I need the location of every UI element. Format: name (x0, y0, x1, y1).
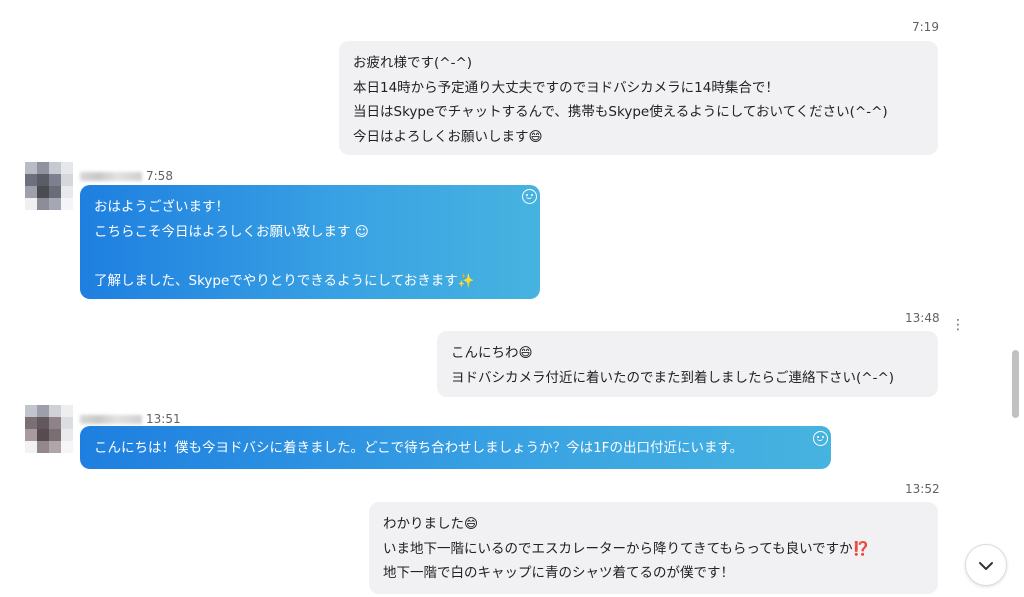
message-timestamp: 7:19 (912, 20, 939, 34)
message-line: ヨドバシカメラ付近に着いたのでまた到着しましたらご連絡下さい(^-^) (451, 369, 895, 386)
outgoing-message-bubble[interactable]: わかりました😄 いま地下一階にいるのでエスカレーターから降りてきてもらっても良い… (369, 502, 938, 594)
incoming-message-bubble[interactable]: こんにちは！僕も今ヨドバシに着きました。どこで待ち合わせしましょうか？今は1Fの… (80, 426, 831, 469)
message-line: 当日はSkypeでチャットするんで、携帯もSkype使えるようにしておいてくださ… (353, 104, 888, 120)
smiling-face-emoji-icon: ☺ (354, 223, 369, 240)
more-options-icon[interactable]: ⋮ (951, 316, 965, 334)
exclamation-question-emoji-icon: ⁉️ (852, 540, 870, 557)
sender-info: 7:58 (80, 169, 173, 183)
message-timestamp: 13:48 (905, 311, 940, 325)
message-line-with-emoji: こちらこそ今日はよろしくお願い致します ☺ (94, 220, 526, 245)
sparkles-emoji-icon: ✨ (457, 272, 475, 289)
message-line: お疲れ様です(^-^) (353, 55, 473, 71)
incoming-message-bubble[interactable]: おはようございます！ こちらこそ今日はよろしくお願い致します ☺ 了解しました、… (80, 185, 540, 299)
chat-conversation: 7:19 お疲れ様です(^-^) 本日14時から予定通り大丈夫ですのでヨドバシカ… (0, 0, 1024, 597)
avatar[interactable] (25, 162, 73, 210)
message-line: こんにちは！僕も今ヨドバシに着きました。どこで待ち合わせしましょうか？今は1Fの… (94, 440, 744, 456)
message-line-with-emoji: わかりました😄 (383, 512, 924, 537)
scroll-to-bottom-button[interactable] (965, 544, 1007, 586)
sender-info: 13:51 (80, 412, 181, 426)
grinning-emoji-icon: 😄 (464, 516, 479, 532)
message-line: 今日はよろしくお願いします (353, 128, 529, 145)
message-line-with-emoji: こんにちわ😄 (451, 341, 924, 366)
sender-name-blurred (80, 172, 142, 181)
message-timestamp: 13:51 (146, 412, 181, 426)
smiley-reaction-icon[interactable] (813, 431, 828, 446)
message-line: いま地下一階にいるのでエスカレーターから降りてきてもらっても良いですか (383, 540, 853, 557)
scrollbar-thumb[interactable] (1012, 350, 1019, 418)
message-timestamp: 7:58 (146, 169, 173, 183)
message-line: こんにちわ (451, 345, 519, 361)
avatar[interactable] (25, 405, 73, 453)
message-line: わかりました (383, 516, 464, 532)
message-line-with-emoji: 今日はよろしくお願いします😄 (353, 125, 924, 150)
chevron-down-icon (979, 562, 993, 570)
grinning-emoji-icon: 😄 (528, 128, 543, 145)
sender-name-blurred (80, 415, 142, 424)
message-line: 了解しました、Skypeでやりとりできるようにしておきます (94, 272, 458, 289)
message-timestamp: 13:52 (905, 482, 940, 496)
message-line: こちらこそ今日はよろしくお願い致します (94, 223, 351, 240)
message-line: 地下一階で白のキャップに青のシャツ着てるのが僕です！ (383, 565, 734, 581)
grinning-emoji-icon: 😄 (518, 345, 533, 361)
outgoing-message-bubble[interactable]: こんにちわ😄 ヨドバシカメラ付近に着いたのでまた到着しましたらご連絡下さい(^-… (437, 331, 938, 397)
outgoing-message-bubble[interactable]: お疲れ様です(^-^) 本日14時から予定通り大丈夫ですのでヨドバシカメラに14… (339, 41, 938, 155)
message-line: おはようございます！ (94, 199, 229, 215)
message-line-with-emoji: 了解しました、Skypeでやりとりできるようにしておきます✨ (94, 269, 526, 294)
smiley-reaction-icon[interactable] (522, 189, 537, 204)
message-line-with-emoji: いま地下一階にいるのでエスカレーターから降りてきてもらっても良いですか⁉️ (383, 537, 924, 562)
message-line: 本日14時から予定通り大丈夫ですのでヨドバシカメラに14時集合で！ (353, 79, 779, 96)
